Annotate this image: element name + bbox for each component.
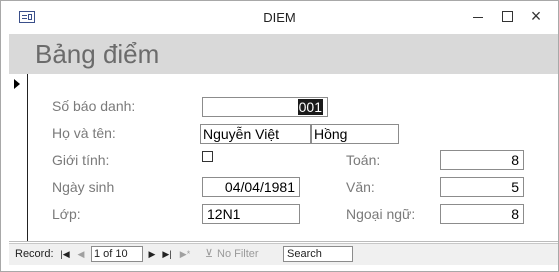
first-record-button[interactable]: |◀ [59,247,71,262]
minimize-button[interactable] [463,5,493,27]
record-navigation-bar: Record: |◀ ◀ 1 of 10 ▶ ▶| ▶* ⊻ No Filter … [9,243,558,265]
ngay-sinh-field[interactable]: 04/04/1981 [202,177,300,197]
so-bao-danh-label: Số báo danh: [52,98,136,114]
new-record-button[interactable]: ▶* [177,247,193,262]
current-record-arrow-icon [14,79,20,89]
maximize-button[interactable] [492,5,522,27]
previous-record-button[interactable]: ◀ [75,247,87,262]
ngay-sinh-label: Ngày sinh [52,179,115,195]
record-selector[interactable] [9,74,28,242]
ten-field[interactable]: Hồng [311,124,399,144]
title-bar: DIEM × [1,1,558,34]
last-record-button[interactable]: ▶| [161,247,173,262]
ngoai-ngu-label: Ngoại ngữ: [346,206,416,222]
form-title: Bảng điểm [35,39,160,69]
filter-toggle[interactable]: ⊻ No Filter [205,247,259,262]
gioi-tinh-label: Giới tính: [52,152,110,168]
current-record-input[interactable]: 1 of 10 [91,246,143,262]
toan-field[interactable]: 8 [440,150,524,170]
so-bao-danh-value: 001 [297,99,323,115]
lop-field[interactable]: 12N1 [202,204,300,224]
ngoai-ngu-field[interactable]: 8 [440,204,524,224]
van-field[interactable]: 5 [440,177,524,197]
maximize-icon [501,11,513,22]
record-label: Record: [15,248,54,260]
so-bao-danh-field[interactable]: 001 [202,97,328,117]
access-form-window: DIEM × Bảng điểm Số báo danh: 001 Họ và … [0,0,559,272]
form-header: Bảng điểm [9,34,558,74]
toan-label: Toán: [346,152,381,168]
next-record-button[interactable]: ▶ [146,247,158,262]
search-input[interactable]: Search [283,246,353,262]
close-button[interactable]: × [521,5,551,27]
filter-status: No Filter [217,248,259,260]
filter-icon: ⊻ [205,248,214,260]
ho-va-ten-label: Họ và tên: [52,125,116,141]
gioi-tinh-checkbox[interactable] [202,151,213,162]
detail-divider [9,241,558,242]
van-label: Văn: [346,179,375,195]
lop-label: Lớp: [52,206,81,222]
ho-dem-field[interactable]: Nguyễn Việt [200,124,311,144]
minimize-icon [473,17,483,18]
